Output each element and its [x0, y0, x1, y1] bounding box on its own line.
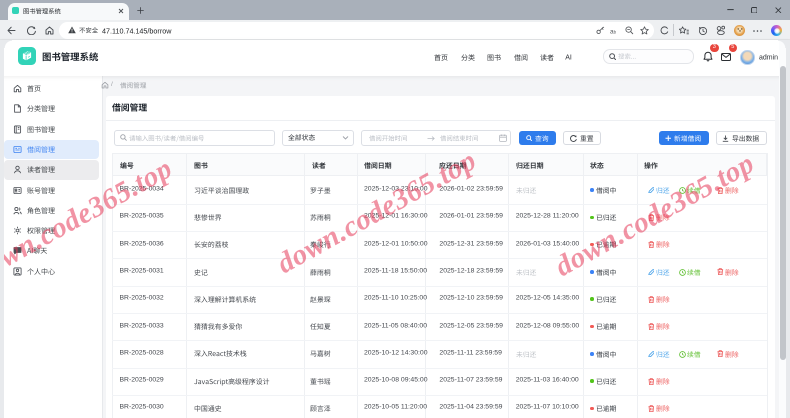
svg-text:ab: ab — [610, 28, 617, 35]
